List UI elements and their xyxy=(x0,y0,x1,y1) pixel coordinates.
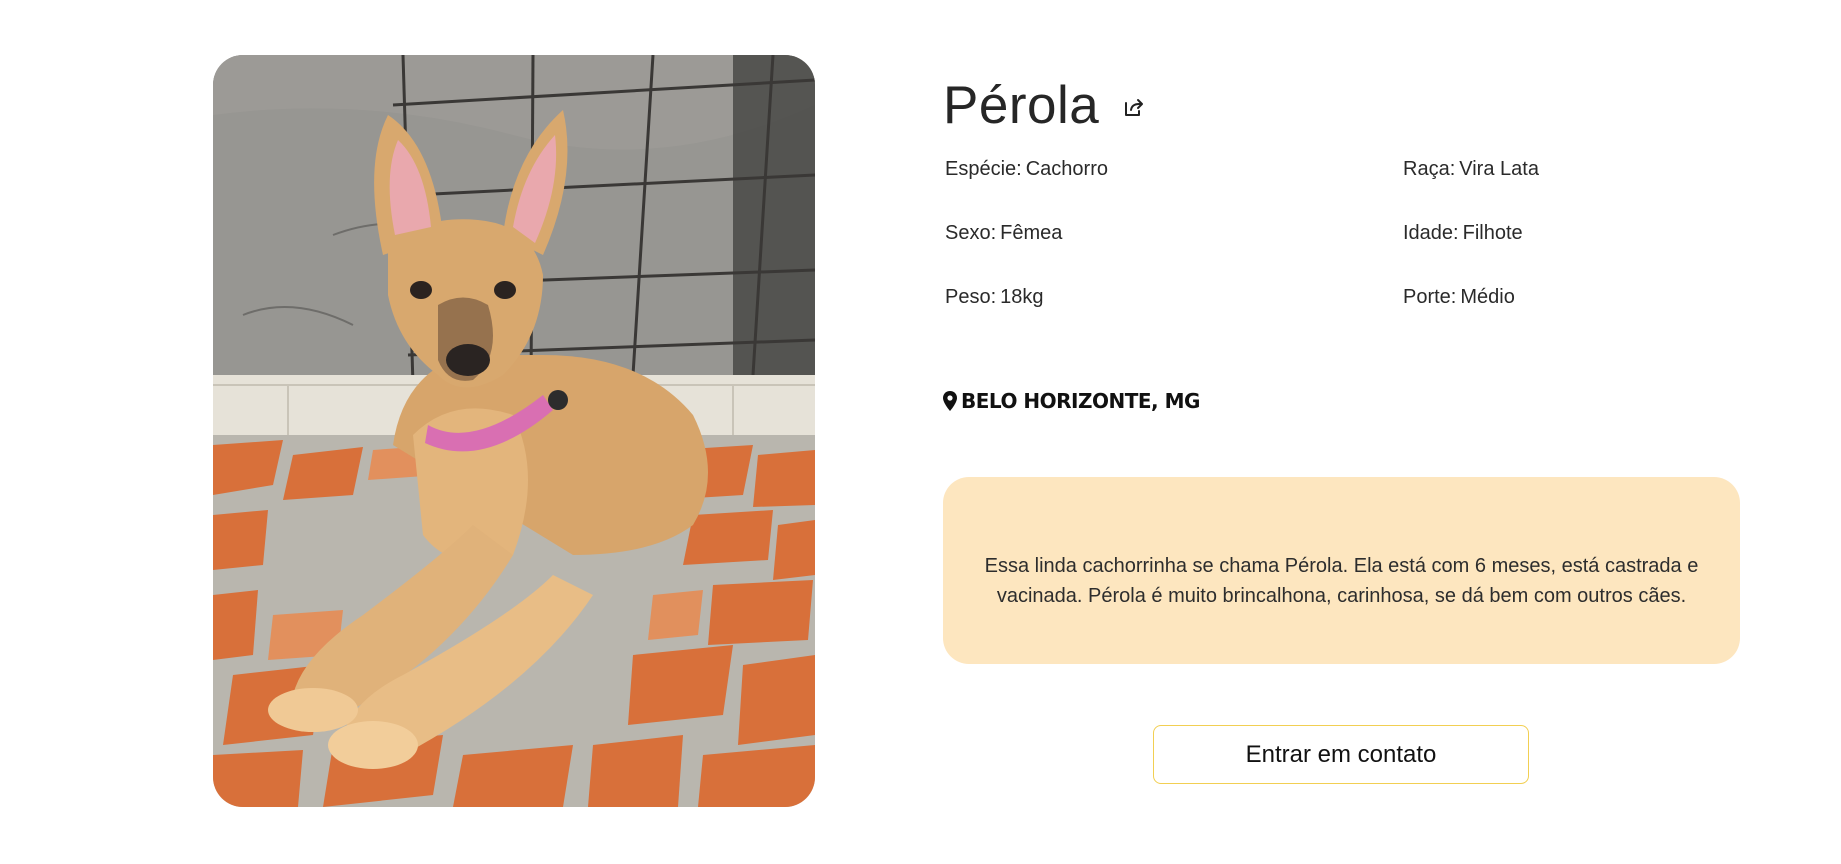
attr-value: 18kg xyxy=(1000,286,1044,308)
attr-especie: Espécie: Cachorro xyxy=(945,158,1108,181)
attr-idade: Idade: Filhote xyxy=(1403,222,1523,245)
attr-key: Raça: xyxy=(1403,158,1456,180)
description-text: Essa linda cachorrinha se chama Pérola. … xyxy=(984,554,1699,607)
map-pin-icon xyxy=(943,391,957,411)
location-text: BELO HORIZONTE, MG xyxy=(961,389,1200,413)
attr-value: Vira Lata xyxy=(1459,158,1539,180)
share-button[interactable] xyxy=(1121,94,1147,120)
attr-value: Médio xyxy=(1460,286,1515,308)
share-icon xyxy=(1125,99,1144,116)
pet-info: Pérola Espécie: Cachorro Raça: Vira Lata S… xyxy=(943,70,1740,358)
pet-location: BELO HORIZONTE, MG xyxy=(943,389,1200,413)
attr-key: Sexo: xyxy=(945,222,997,244)
attr-key: Espécie: xyxy=(945,158,1022,180)
attr-sexo: Sexo: Fêmea xyxy=(945,222,1062,245)
pet-photo xyxy=(213,55,815,807)
pet-attributes: Espécie: Cachorro Raça: Vira Lata Sexo: Fêm… xyxy=(943,158,1740,358)
attr-key: Porte: xyxy=(1403,286,1457,308)
attr-value: Filhote xyxy=(1462,222,1523,244)
title-row: Pérola xyxy=(943,70,1740,140)
attr-porte: Porte: Médio xyxy=(1403,286,1515,309)
attr-value: Cachorro xyxy=(1025,158,1108,180)
dog-photo-illustration xyxy=(213,55,815,807)
pet-name: Pérola xyxy=(943,75,1100,135)
contact-button[interactable]: Entrar em contato xyxy=(1153,725,1529,784)
attr-key: Idade: xyxy=(1403,222,1459,244)
attr-key: Peso: xyxy=(945,286,997,308)
description-box: Essa linda cachorrinha se chama Pérola. … xyxy=(943,477,1740,664)
attr-peso: Peso: 18kg xyxy=(945,286,1044,309)
attr-raca: Raça: Vira Lata xyxy=(1403,158,1539,181)
attr-value: Fêmea xyxy=(1000,222,1063,244)
